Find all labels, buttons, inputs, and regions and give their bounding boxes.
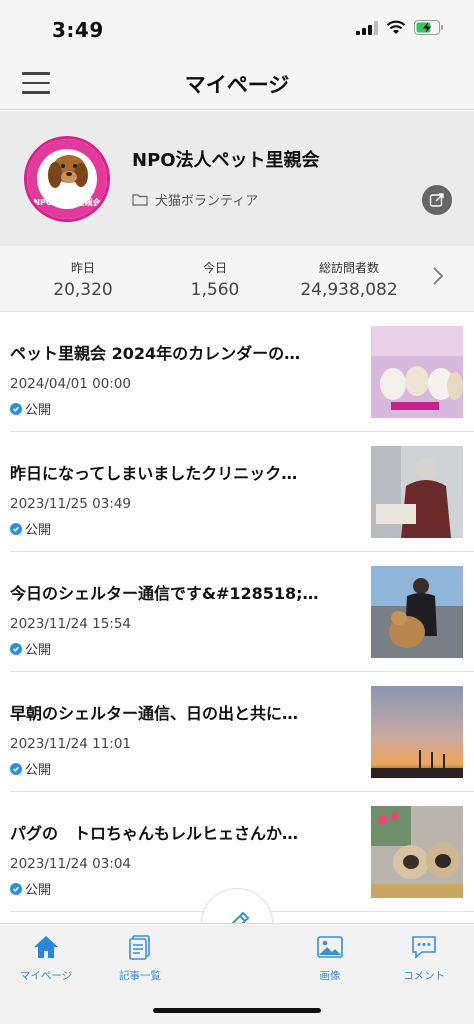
article-title: パグの トロちゃんもレルヒェさんか… (10, 824, 299, 843)
tab-comments[interactable]: コメント (384, 934, 464, 983)
image-icon (317, 936, 343, 958)
list-item[interactable]: 早朝のシェルター通信、日の出と共に… 2023/11/24 11:01 公開 (10, 672, 474, 792)
tab-label: コメント (403, 970, 445, 982)
signal-icon (356, 20, 378, 35)
list-item[interactable]: 昨日になってしまいましたクリニック… 2023/11/25 03:49 公開 (10, 432, 474, 552)
profile-header: NPOペット里親会 NPO法人ペット里親会 犬猫ボランティア (0, 111, 474, 246)
tab-label: 記事一覧 (119, 970, 161, 982)
article-title: 早朝のシェルター通信、日の出と共に… (10, 704, 299, 723)
article-thumbnail (371, 326, 463, 418)
status-badge: 公開 (10, 639, 51, 658)
status-label: 公開 (25, 403, 52, 418)
article-title: ペット里親会 2024年のカレンダーの… (10, 344, 301, 363)
external-link-icon (429, 193, 444, 207)
stat-yesterday: 昨日 20,320 (28, 259, 138, 300)
profile-avatar[interactable]: NPOペット里親会 (24, 136, 110, 222)
chevron-right-icon[interactable] (432, 266, 444, 286)
list-item[interactable]: 今日のシェルター通信です&#128518;… 2023/11/24 15:54 … (10, 552, 474, 672)
visitor-stats[interactable]: 昨日 20,320 今日 1,560 総訪問者数 24,938,082 (0, 246, 474, 312)
article-date: 2023/11/24 15:54 (10, 616, 132, 632)
status-badge: 公開 (10, 399, 51, 418)
list-item[interactable]: ペット里親会 2024年のカレンダーの… 2024/04/01 00:00 公開 (10, 312, 474, 432)
stat-value: 20,320 (53, 280, 113, 300)
article-date: 2023/11/25 03:49 (10, 496, 132, 512)
article-thumbnail (371, 686, 463, 778)
article-list: ペット里親会 2024年のカレンダーの… 2024/04/01 00:00 公開… (0, 312, 474, 912)
check-icon (10, 642, 22, 655)
status-time: 3:49 (52, 18, 104, 42)
folder-icon (132, 194, 148, 206)
article-list-icon (129, 935, 150, 960)
tab-article-list[interactable]: 記事一覧 (100, 934, 180, 983)
nav-bar: マイページ (0, 60, 474, 110)
stat-today: 今日 1,560 (160, 259, 270, 300)
profile-name: NPO法人ペット里親会 (132, 150, 320, 171)
article-date: 2023/11/24 11:01 (10, 736, 132, 752)
status-icons (356, 20, 444, 35)
profile-category-label: 犬猫ボランティア (155, 194, 259, 209)
wifi-icon (386, 20, 406, 34)
article-thumbnail (371, 446, 463, 538)
tab-mypage[interactable]: マイページ (6, 934, 86, 983)
logo-text: NPOペット里親会 (33, 197, 100, 207)
article-date: 2023/11/24 03:04 (10, 856, 132, 872)
status-badge: 公開 (10, 759, 51, 778)
stat-total: 総訪問者数 24,938,082 (288, 259, 410, 300)
dog-logo-icon: NPOペット里親会 (27, 139, 107, 219)
home-icon (34, 936, 58, 958)
check-icon (10, 522, 22, 535)
status-badge: 公開 (10, 879, 51, 898)
stat-label: 昨日 (70, 261, 95, 275)
article-thumbnail (371, 806, 463, 898)
tab-images[interactable]: 画像 (290, 934, 370, 983)
status-badge: 公開 (10, 519, 51, 538)
status-bar: 3:49 (0, 0, 474, 60)
status-label: 公開 (25, 763, 52, 778)
stat-value: 24,938,082 (300, 280, 398, 300)
profile-category[interactable]: 犬猫ボランティア (132, 190, 258, 209)
article-date: 2024/04/01 00:00 (10, 376, 132, 392)
external-link-button[interactable] (422, 185, 452, 215)
article-title: 今日のシェルター通信です&#128518;… (10, 584, 319, 603)
tab-label: マイページ (19, 970, 73, 982)
stat-label: 今日 (202, 261, 227, 275)
home-indicator[interactable] (153, 1008, 321, 1013)
check-icon (10, 882, 22, 895)
status-label: 公開 (25, 883, 52, 898)
check-icon (10, 762, 22, 775)
stat-value: 1,560 (190, 280, 240, 300)
status-label: 公開 (25, 643, 52, 658)
tab-label: 画像 (319, 970, 341, 982)
check-icon (10, 402, 22, 415)
stat-label: 総訪問者数 (318, 261, 379, 275)
article-title: 昨日になってしまいましたクリニック… (10, 464, 298, 483)
battery-charging-icon (414, 20, 443, 35)
article-thumbnail (371, 566, 463, 658)
page-title: マイページ (184, 73, 290, 97)
status-label: 公開 (25, 523, 52, 538)
comment-icon (412, 936, 436, 959)
